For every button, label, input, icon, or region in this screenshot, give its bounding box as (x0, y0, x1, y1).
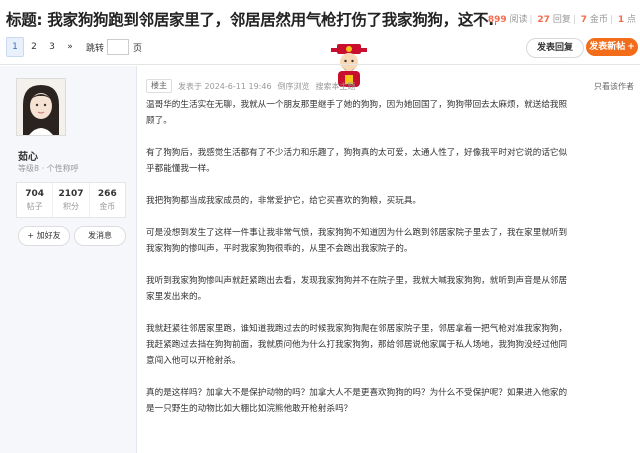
replies-count: 27 (537, 15, 550, 25)
header-divider (0, 64, 640, 65)
thread-header: 标题: 我家狗狗跑到邻居家里了，邻居居然用气枪打伤了我家狗狗，这不... 899… (0, 0, 640, 66)
page-jump-input[interactable] (107, 39, 130, 55)
likes-count: 1 (617, 15, 625, 25)
author-avatar[interactable] (16, 78, 66, 136)
post-paragraph: 真的是这样吗？加拿大不是保护动物的吗？加拿大人不是更喜欢狗狗的吗？为什么不受保护… (146, 388, 568, 414)
author-stat-posts[interactable]: 704 帖子 (17, 183, 54, 217)
stat-label: 帖子 (26, 202, 43, 211)
reply-button[interactable]: 发表回复 (526, 38, 584, 58)
page-unit-label: 页 (133, 43, 143, 54)
stat-label: 积分 (62, 202, 79, 211)
op-badge: 楼主 (146, 79, 172, 93)
author-name[interactable]: 茹心 (18, 148, 38, 163)
post-paragraph: 可是没想到发生了这样一件事让我非常气愤，我家狗狗不知道因为什么跑到邻居家院子里去… (146, 228, 568, 254)
plus-icon: + (627, 42, 635, 52)
thread-stats: 899 阅读 | 27 回复 | 7 金币 | 1 点 (487, 15, 636, 25)
title-text: 我家狗狗跑到邻居家里了，邻居居然用气枪打伤了我家狗狗，这不... (47, 11, 496, 29)
page-link-1[interactable]: 1 (6, 37, 24, 57)
likes-label: 点 (626, 15, 636, 25)
author-sidebar: 茹心 等级8 · 个性称呼 704 帖子 2107 积分 266 金币 + 加好… (0, 66, 137, 453)
stat-label: 金币 (99, 202, 116, 211)
author-rank: 等级8 · 个性称呼 (18, 164, 79, 173)
stat-value: 2107 (58, 189, 84, 199)
new-post-label: 发表新帖 (589, 42, 626, 52)
views-count: 899 (487, 15, 507, 25)
stat-value: 704 (25, 189, 45, 199)
search-thread-link[interactable]: 搜索本主题 (316, 81, 356, 92)
thread-title: 标题: 我家狗狗跑到邻居家里了，邻居居然用气枪打伤了我家狗狗，这不... (6, 8, 496, 30)
add-friend-button[interactable]: + 加好友 (18, 226, 70, 246)
jump-label: 跳转 (86, 43, 105, 54)
page-link-3[interactable]: 3 (44, 38, 60, 56)
author-stat-coins[interactable]: 266 金币 (90, 183, 125, 217)
send-message-button[interactable]: 发消息 (74, 226, 126, 246)
author-stats: 704 帖子 2107 积分 266 金币 (16, 182, 126, 218)
post-paragraph: 我就赶紧往邻居家里跑，谁知道我跑过去的时候我家狗狗爬在邻居家院子里，邻居拿着一把… (146, 324, 568, 366)
coins-count: 7 (580, 15, 588, 25)
replies-label: 回复 (552, 15, 571, 25)
views-label: 阅读 (509, 15, 528, 25)
only-author-link[interactable]: 只看该作者 (594, 81, 634, 92)
post-meta: 楼主 发表于 2024-6-11 19:46 倒序浏览 搜索本主题 (146, 78, 362, 94)
post-time: 发表于 2024-6-11 19:46 (178, 81, 272, 91)
coins-label: 金币 (589, 15, 608, 25)
next-page-icon[interactable]: » (62, 38, 78, 56)
post-content: 温哥华的生活实在无聊，我就从一个朋友那里继手了她的狗狗，因为她回国了，狗狗带回去… (146, 97, 570, 433)
stat-value: 266 (97, 189, 117, 199)
new-post-button[interactable]: 发表新帖 + (586, 38, 638, 56)
author-stat-points[interactable]: 2107 积分 (53, 183, 90, 217)
post-paragraph: 有了狗狗后，我感觉生活都有了不少活力和乐趣了，狗狗真的太可爱，太通人性了，好像我… (146, 148, 568, 174)
post-paragraph: 我听到我家狗狗惨叫声就赶紧跑出去看，发现我家狗狗并不在院子里，我就大喊我家狗狗，… (146, 276, 568, 302)
reverse-order-link[interactable]: 倒序浏览 (278, 81, 310, 92)
title-prefix: 标题: (6, 11, 43, 29)
page-link-2[interactable]: 2 (26, 38, 42, 56)
post-paragraph: 我把狗狗都当成我家成员的，非常爱护它，给它买喜欢的狗粮，买玩具。 (146, 196, 422, 206)
pagination: 1 2 3 » 跳转 页 (6, 37, 142, 57)
post-paragraph: 温哥华的生活实在无聊，我就从一个朋友那里继手了她的狗狗，因为她回国了，狗狗带回去… (146, 100, 568, 126)
